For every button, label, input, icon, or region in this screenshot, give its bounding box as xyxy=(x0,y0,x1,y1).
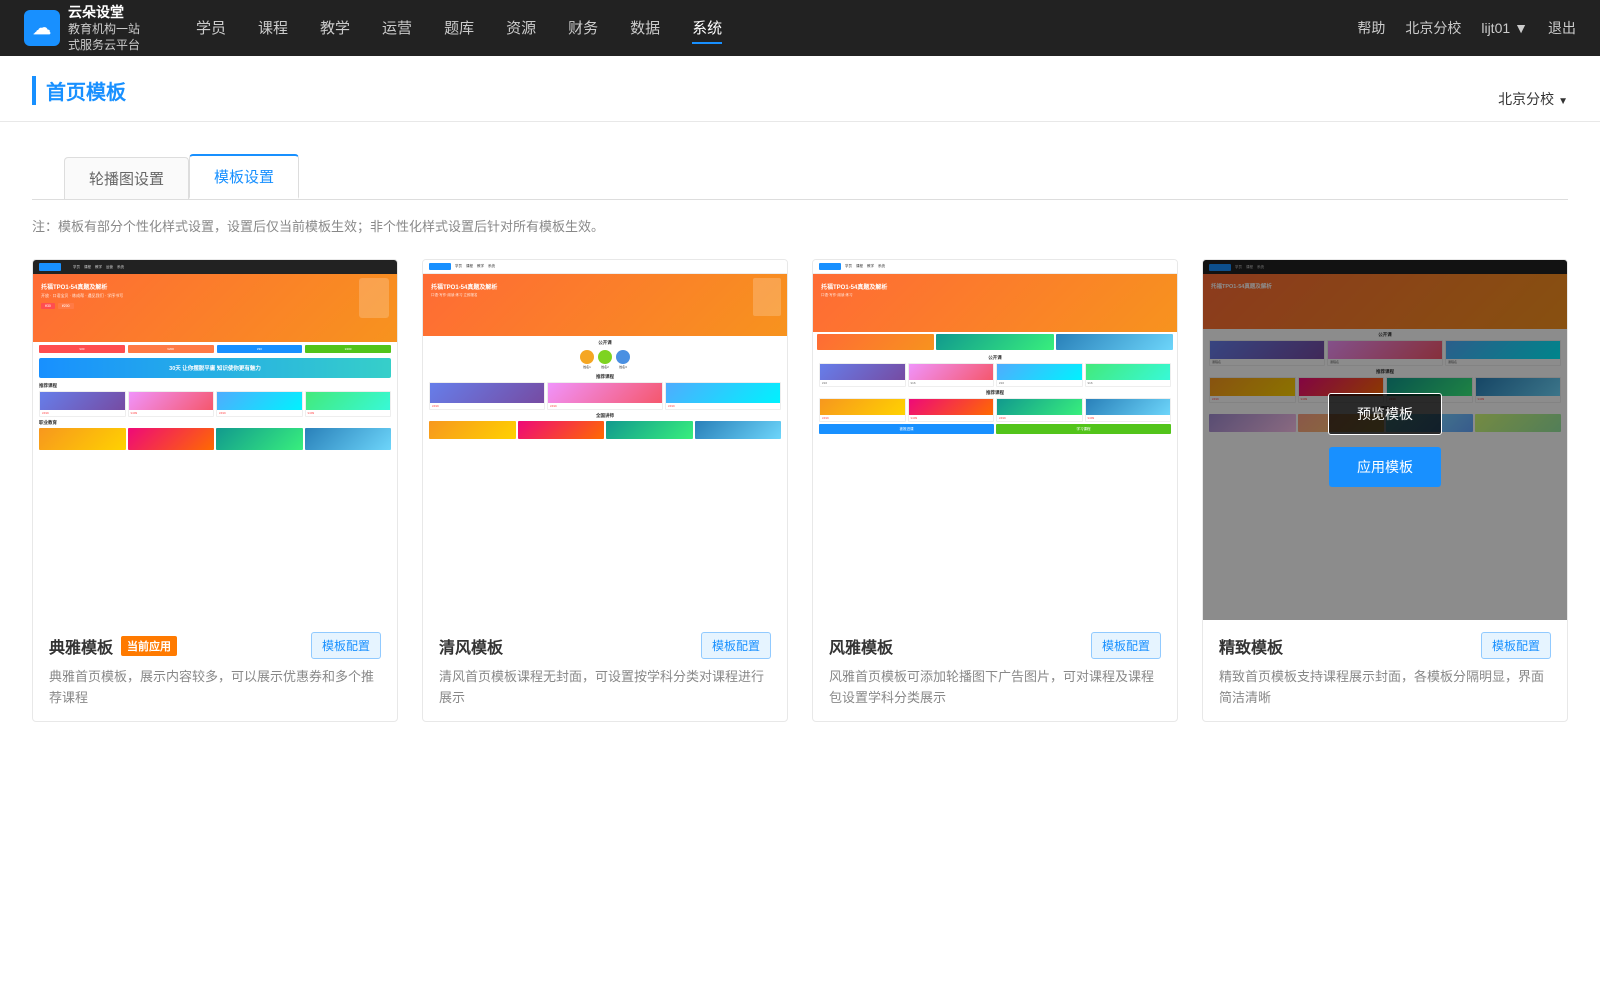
template-card-refined: 学员课程系统 托福TPO1-54真题及解析 公开课 课程名 课程名 xyxy=(1202,259,1568,722)
template-desc-clean: 清风首页模板课程无封面，可设置按学科分类对课程进行展示 xyxy=(439,667,771,709)
template-info-classic: 典雅模板当前应用 模板配置典雅首页模板，展示内容较多，可以展示优惠券和多个推荐课程 xyxy=(33,620,397,721)
template-card-elegant: 学员课程教学系统 托福TPO1-54真题及解析 口语·写作·阅读·练习 公开课 xyxy=(812,259,1178,722)
nav-item-运营[interactable]: 运营 xyxy=(382,13,412,44)
nav-item-财务[interactable]: 财务 xyxy=(568,13,598,44)
chevron-down-icon xyxy=(1558,91,1568,107)
template-desc-elegant: 风雅首页模板可添加轮播图下广告图片，可对课程及课程包设置学科分类展示 xyxy=(829,667,1161,709)
template-name-row-elegant: 风雅模板 模板配置 xyxy=(829,632,1161,659)
school-selector[interactable]: 北京分校 xyxy=(1498,89,1568,109)
template-name-clean: 清风模板 xyxy=(439,634,503,658)
template-name-text-refined: 精致模板 xyxy=(1219,634,1283,658)
config-button-refined[interactable]: 模板配置 xyxy=(1481,632,1551,659)
logo-text: 云朵设堂 教育机构一站 式服务云平台 xyxy=(68,2,140,53)
template-overlay-refined: 预览模板应用模板 xyxy=(1203,260,1567,620)
template-name-elegant: 风雅模板 xyxy=(829,634,893,658)
template-preview-clean: 学员课程教学系统 托福TPO1-54真题及解析 口语·写作·阅读·练习 立即报名… xyxy=(423,260,787,620)
nav-item-数据[interactable]: 数据 xyxy=(630,13,660,44)
template-desc-classic: 典雅首页模板，展示内容较多，可以展示优惠券和多个推荐课程 xyxy=(49,667,381,709)
config-button-elegant[interactable]: 模板配置 xyxy=(1091,632,1161,659)
template-name-text-elegant: 风雅模板 xyxy=(829,634,893,658)
help-link[interactable]: 帮助 xyxy=(1357,18,1385,38)
logo-icon: ☁ xyxy=(24,10,60,46)
template-card-clean: 学员课程教学系统 托福TPO1-54真题及解析 口语·写作·阅读·练习 立即报名… xyxy=(422,259,788,722)
nav-item-教学[interactable]: 教学 xyxy=(320,13,350,44)
navbar-right: 帮助 北京分校 lijt01 ▼ 退出 xyxy=(1357,18,1576,38)
template-name-row-refined: 精致模板 模板配置 xyxy=(1219,632,1551,659)
nav-item-系统[interactable]: 系统 xyxy=(692,13,722,44)
main-nav: 学员 课程 教学 运营 题库 资源 财务 数据 系统 xyxy=(196,13,1357,44)
page-header: 首页模板 北京分校 xyxy=(0,56,1600,122)
template-card-classic: 学员课程教学运营系统 托福TPO1-54真题及解析 开放 · 口语宝贝 · 练成… xyxy=(32,259,398,722)
template-preview-elegant: 学员课程教学系统 托福TPO1-54真题及解析 口语·写作·阅读·练习 公开课 xyxy=(813,260,1177,620)
template-preview-refined: 学员课程系统 托福TPO1-54真题及解析 公开课 课程名 课程名 xyxy=(1203,260,1567,620)
config-button-classic[interactable]: 模板配置 xyxy=(311,632,381,659)
page-title: 首页模板 xyxy=(32,76,126,105)
template-name-refined: 精致模板 xyxy=(1219,634,1283,658)
template-name-row-classic: 典雅模板当前应用 模板配置 xyxy=(49,632,381,659)
apply-template-button[interactable]: 应用模板 xyxy=(1329,447,1441,487)
navbar: ☁ 云朵设堂 教育机构一站 式服务云平台 学员课程教学运营题库资源财务数据系统 … xyxy=(0,0,1600,56)
template-info-elegant: 风雅模板 模板配置风雅首页模板可添加轮播图下广告图片，可对课程及课程包设置学科分类… xyxy=(813,620,1177,721)
config-button-clean[interactable]: 模板配置 xyxy=(701,632,771,659)
template-desc-refined: 精致首页模板支持课程展示封面，各模板分隔明显，界面简洁清晰 xyxy=(1219,667,1551,709)
templates-grid: 学员课程教学运营系统 托福TPO1-54真题及解析 开放 · 口语宝贝 · 练成… xyxy=(0,251,1600,762)
template-info-clean: 清风模板 模板配置清风首页模板课程无封面，可设置按学科分类对课程进行展示 xyxy=(423,620,787,721)
template-name-text-classic: 典雅模板 xyxy=(49,634,113,658)
logo[interactable]: ☁ 云朵设堂 教育机构一站 式服务云平台 xyxy=(24,2,164,53)
nav-item-课程[interactable]: 课程 xyxy=(258,13,288,44)
current-badge-classic: 当前应用 xyxy=(121,636,177,656)
logout-link[interactable]: 退出 xyxy=(1548,18,1576,38)
nav-item-学员[interactable]: 学员 xyxy=(196,13,226,44)
tabs: 轮播图设置模板设置 xyxy=(32,154,1568,199)
template-name-text-clean: 清风模板 xyxy=(439,634,503,658)
page-container: 首页模板 北京分校 轮播图设置模板设置 注：模板有部分个性化样式设置，设置后仅当… xyxy=(0,56,1600,990)
template-name-row-clean: 清风模板 模板配置 xyxy=(439,632,771,659)
preview-template-button[interactable]: 预览模板 xyxy=(1328,393,1442,435)
note-text: 注：模板有部分个性化样式设置，设置后仅当前模板生效；非个性化样式设置后针对所有模… xyxy=(0,200,1600,251)
template-preview-classic: 学员课程教学运营系统 托福TPO1-54真题及解析 开放 · 口语宝贝 · 练成… xyxy=(33,260,397,620)
nav-item-题库[interactable]: 题库 xyxy=(444,13,474,44)
template-info-refined: 精致模板 模板配置精致首页模板支持课程展示封面，各模板分隔明显，界面简洁清晰 xyxy=(1203,620,1567,721)
tab-template[interactable]: 模板设置 xyxy=(189,154,299,199)
school-link[interactable]: 北京分校 xyxy=(1405,18,1461,38)
nav-item-资源[interactable]: 资源 xyxy=(506,13,536,44)
tab-slideshow[interactable]: 轮播图设置 xyxy=(64,157,189,199)
user-menu[interactable]: lijt01 ▼ xyxy=(1481,20,1528,36)
tabs-container: 轮播图设置模板设置 xyxy=(0,122,1600,199)
template-name-classic: 典雅模板当前应用 xyxy=(49,634,177,658)
